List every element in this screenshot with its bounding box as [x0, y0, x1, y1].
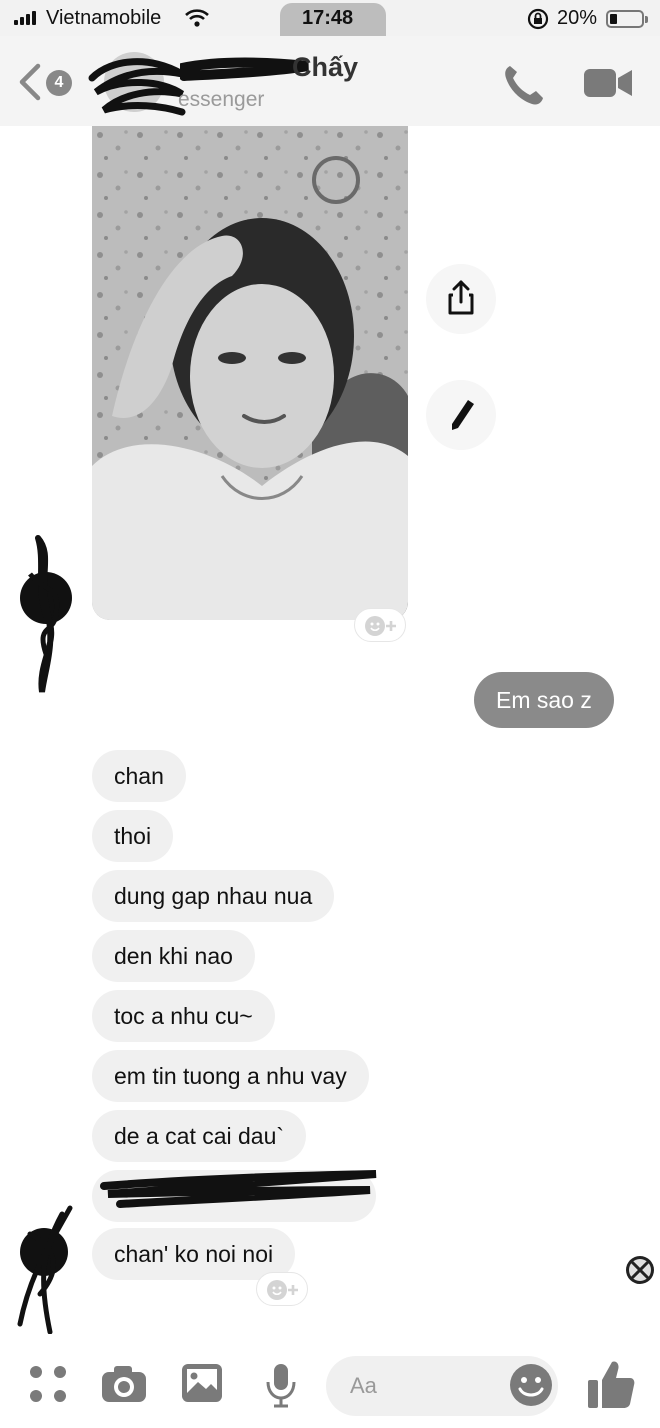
sender-avatar[interactable] — [10, 1204, 80, 1334]
received-message[interactable]: thoi — [92, 810, 174, 862]
received-message[interactable]: den khi nao — [92, 930, 255, 982]
received-message[interactable]: toc a nhu cu~ — [92, 990, 275, 1042]
battery-icon — [606, 10, 648, 28]
share-icon — [448, 280, 474, 315]
edit-button[interactable] — [426, 380, 496, 450]
wifi-icon — [185, 9, 209, 27]
rotation-lock-icon — [527, 8, 549, 30]
signal-icon — [14, 11, 42, 25]
seen-receipt-avatar — [626, 1256, 654, 1284]
contact-avatar[interactable] — [82, 48, 192, 120]
share-button[interactable] — [426, 264, 496, 334]
video-camera-icon[interactable] — [582, 66, 634, 100]
phone-icon[interactable] — [500, 62, 546, 108]
header-subtitle: essenger — [178, 88, 265, 111]
received-message[interactable]: em tin tuong a nhu vay — [92, 1050, 369, 1102]
unread-count-badge[interactable]: 4 — [46, 70, 72, 96]
conversation-header: 4 Chấy essenger — [0, 36, 660, 126]
received-message[interactable]: chan' ko noi noi — [92, 1228, 296, 1280]
composer-bar — [0, 1348, 660, 1428]
back-chevron-icon[interactable] — [14, 62, 44, 102]
sent-message[interactable]: Em sao z — [474, 672, 614, 728]
received-message[interactable]: dung gap nhau nua — [92, 870, 335, 922]
status-time: 17:48 — [302, 7, 354, 29]
received-message[interactable]: chan — [92, 750, 186, 802]
add-reaction-button[interactable] — [256, 1272, 308, 1306]
camera-icon[interactable] — [100, 1364, 148, 1404]
pencil-icon — [452, 400, 474, 430]
thumbs-up-icon[interactable] — [586, 1358, 636, 1410]
photo-message[interactable] — [92, 126, 408, 620]
status-bar: Vietnamobile 17:48 20% — [0, 0, 660, 109]
sender-avatar[interactable] — [16, 534, 76, 698]
emoji-plus-icon — [365, 616, 396, 636]
emoji-plus-icon — [267, 1280, 298, 1300]
smiley-icon[interactable] — [508, 1362, 554, 1408]
name-redaction — [180, 57, 309, 81]
contact-name[interactable]: Chấy — [292, 52, 358, 83]
message-redaction — [100, 1170, 377, 1208]
received-message[interactable]: de a cat cai dau` — [92, 1110, 307, 1162]
add-reaction-button[interactable] — [354, 608, 406, 642]
image-icon[interactable] — [180, 1362, 224, 1404]
carrier-name: Vietnamobile — [46, 7, 162, 29]
apps-grid-icon[interactable] — [28, 1364, 68, 1404]
battery-percentage: 20% — [557, 7, 598, 29]
microphone-icon[interactable] — [264, 1362, 298, 1408]
selfie-photo — [92, 126, 408, 620]
